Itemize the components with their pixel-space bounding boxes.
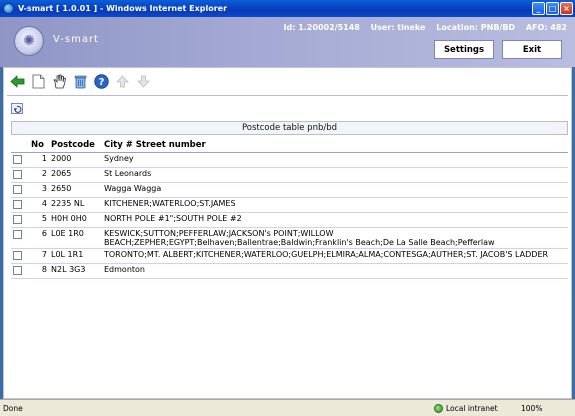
trash-icon[interactable]	[72, 73, 89, 90]
row-number: 5	[29, 212, 49, 228]
row-city: KITCHENER;WATERLOO;ST.JAMES	[102, 197, 568, 213]
security-zone: Local intranet	[434, 403, 498, 413]
table-header-row: No Postcode City # Street number	[11, 138, 568, 153]
row-postcode[interactable]: 2065	[49, 167, 102, 183]
table-row[interactable]: 1 2000 Sydney	[11, 152, 568, 168]
window-controls: _ □ ×	[532, 2, 573, 15]
svg-text:?: ?	[99, 77, 105, 88]
ie-icon	[3, 3, 14, 14]
globe-icon	[434, 403, 443, 413]
undo-icon[interactable]	[11, 103, 23, 114]
main-panel: ? Postcode table pnb/bd No Postcode City…	[3, 67, 572, 399]
row-postcode[interactable]: L0L 1R1	[49, 248, 102, 264]
select-column-header	[11, 138, 29, 153]
session-info: Id: 1.20002/5148 User: tineke Location: …	[276, 23, 567, 32]
row-checkbox[interactable]	[13, 214, 22, 224]
table-row[interactable]: 5 H0H 0H0 NORTH POLE #1";SOUTH POLE #2	[11, 212, 568, 228]
row-number: 3	[29, 182, 49, 198]
back-arrow-icon[interactable]	[9, 73, 26, 90]
brand-name: V-smart	[53, 34, 99, 45]
window-titlebar: V-smart [ 1.0.01 ] - Windows Internet Ex…	[0, 0, 575, 17]
postcode-table: No Postcode City # Street number 1 2000 …	[11, 138, 568, 279]
row-number: 1	[29, 152, 49, 168]
down-arrow-icon[interactable]	[135, 73, 152, 90]
row-city: Edmonton	[102, 263, 568, 279]
maximize-button[interactable]: □	[546, 2, 559, 15]
row-city: NORTH POLE #1";SOUTH POLE #2	[102, 212, 568, 228]
up-arrow-icon[interactable]	[114, 73, 131, 90]
row-postcode[interactable]: H0H 0H0	[49, 212, 102, 228]
column-header-city: City # Street number	[102, 138, 568, 153]
row-postcode[interactable]: 2000	[49, 152, 102, 168]
table-title: Postcode table pnb/bd	[11, 121, 568, 135]
exit-button[interactable]: Exit	[502, 40, 562, 59]
row-checkbox[interactable]	[13, 154, 22, 164]
row-city: KESWICK;SUTTON;PEFFERLAW;JACKSON's POINT…	[102, 227, 568, 249]
table-row[interactable]: 4 2235 NL KITCHENER;WATERLOO;ST.JAMES	[11, 197, 568, 213]
row-checkbox[interactable]	[13, 184, 22, 194]
zone-label: Local intranet	[446, 403, 498, 413]
row-checkbox[interactable]	[13, 199, 22, 209]
app-header: ✺ V-smart Id: 1.20002/5148 User: tineke …	[0, 17, 575, 67]
session-user: User: tineke	[370, 23, 426, 32]
session-id: Id: 1.20002/5148	[283, 23, 360, 32]
minimize-button[interactable]: _	[532, 2, 545, 15]
row-postcode[interactable]: 2235 NL	[49, 197, 102, 213]
close-button[interactable]: ×	[560, 2, 573, 15]
hand-select-icon[interactable]	[51, 73, 68, 90]
session-afo: AFO: 482	[525, 23, 567, 32]
row-city: St Leonards	[102, 167, 568, 183]
settings-button[interactable]: Settings	[434, 40, 494, 59]
row-checkbox[interactable]	[13, 229, 22, 239]
row-number: 4	[29, 197, 49, 213]
help-icon[interactable]: ?	[93, 73, 110, 90]
status-bar: Done Local intranet 100%	[0, 399, 575, 416]
session-location: Location: PNB/BD	[436, 23, 516, 32]
row-number: 7	[29, 248, 49, 264]
status-text: Done	[3, 403, 23, 413]
row-postcode[interactable]: L0E 1R0	[49, 227, 102, 249]
column-header-postcode: Postcode	[49, 138, 102, 153]
row-city: Sydney	[102, 152, 568, 168]
row-postcode[interactable]: 2650	[49, 182, 102, 198]
toolbar: ?	[9, 72, 152, 90]
row-number: 6	[29, 227, 49, 249]
table-row[interactable]: 2 2065 St Leonards	[11, 167, 568, 183]
new-document-icon[interactable]	[30, 73, 47, 90]
row-checkbox[interactable]	[13, 169, 22, 179]
row-number: 2	[29, 167, 49, 183]
column-header-no: No	[29, 138, 49, 153]
toolbar-divider	[7, 95, 568, 96]
table-row[interactable]: 3 2650 Wagga Wagga	[11, 182, 568, 198]
table-row[interactable]: 6 L0E 1R0 KESWICK;SUTTON;PEFFERLAW;JACKS…	[11, 227, 568, 249]
row-checkbox[interactable]	[13, 250, 22, 260]
row-city: Wagga Wagga	[102, 182, 568, 198]
table-row[interactable]: 8 N2L 3G3 Edmonton	[11, 263, 568, 279]
row-checkbox[interactable]	[13, 265, 22, 275]
zoom-level[interactable]: 100%	[521, 404, 542, 413]
window-title: V-smart [ 1.0.01 ] - Windows Internet Ex…	[18, 4, 228, 13]
row-postcode[interactable]: N2L 3G3	[49, 263, 102, 279]
table-row[interactable]: 7 L0L 1R1 TORONTO;MT. ALBERT;KITCHENER;W…	[11, 248, 568, 264]
row-city: TORONTO;MT. ALBERT;KITCHENER;WATERLOO;GU…	[102, 248, 568, 264]
row-number: 8	[29, 263, 49, 279]
vsmart-logo-icon: ✺	[14, 26, 44, 56]
